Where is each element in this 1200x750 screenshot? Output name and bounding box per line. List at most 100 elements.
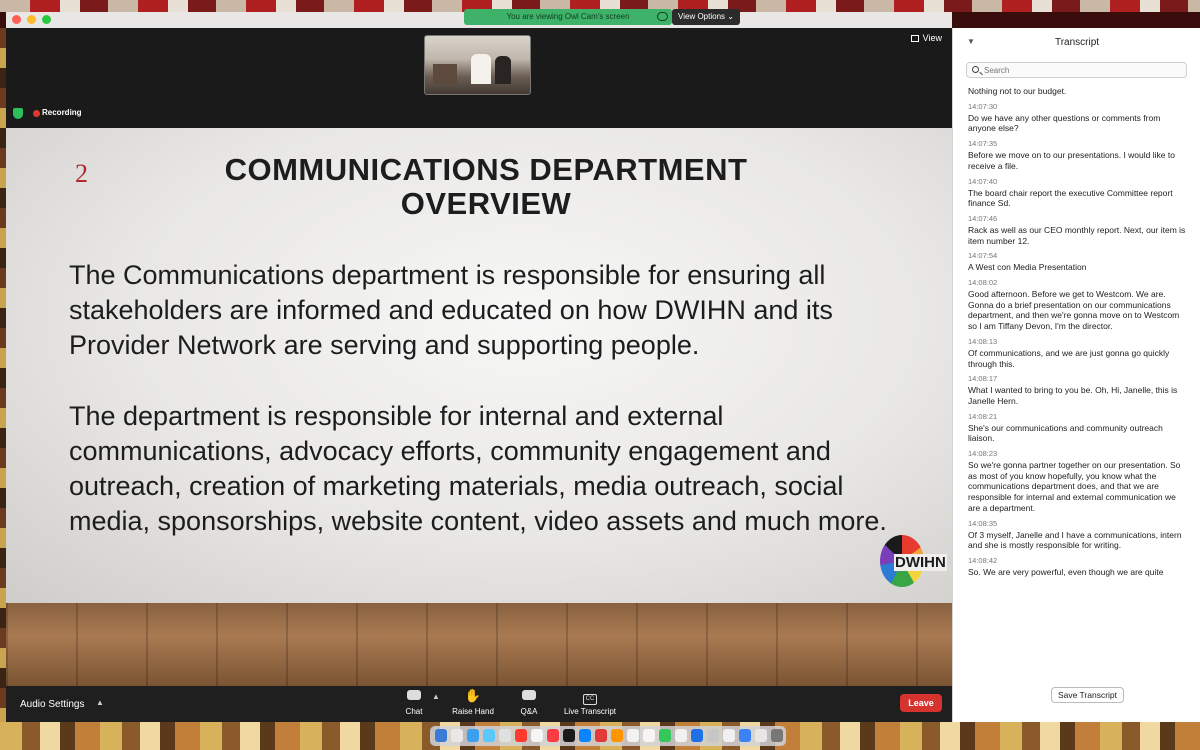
dock-app-icon[interactable] — [531, 729, 543, 742]
qa-button[interactable]: Q&A — [516, 688, 542, 716]
transcript-text: Rack as well as our CEO monthly report. … — [968, 224, 1186, 246]
search-icon — [972, 66, 979, 73]
transcript-title: Transcript — [1054, 37, 1100, 48]
transcript-search — [966, 62, 1187, 78]
transcript-entry: 14:08:42 So. We are very powerful, even t… — [968, 556, 1190, 578]
video-person-shape — [495, 56, 511, 84]
transcript-timestamp: 14:07:46 — [968, 213, 998, 223]
dock-app-icon[interactable] — [611, 729, 623, 742]
dock-app-icon[interactable] — [595, 729, 607, 742]
closed-caption-icon: CC — [560, 688, 620, 705]
transcript-list[interactable]: Nothing not to our budget. 14:07:30 Do we … — [968, 86, 1190, 666]
transcript-entry: 14:08:23 So we're gonna partner together … — [968, 449, 1190, 514]
transcript-entry: 14:07:46 Rack as well as our CEO monthly … — [968, 214, 1190, 246]
fullscreen-window-button[interactable] — [42, 15, 51, 24]
transcript-panel: ▼ Transcript Nothing not to our budget.1… — [952, 28, 1200, 722]
grid-view-icon — [910, 35, 919, 42]
leave-button[interactable]: Leave — [900, 694, 942, 712]
screen-share-banner: You are viewing Owl Cam's screen — [464, 9, 672, 25]
chat-label: Chat — [405, 707, 423, 716]
transcript-text: So we're gonna partner together on our p… — [968, 460, 1181, 513]
transcript-entry: Nothing not to our budget. — [968, 86, 1190, 97]
dock-app-icon[interactable] — [563, 729, 575, 742]
transcript-entry: 14:08:02 Good afternoon. Before we get to… — [968, 278, 1190, 332]
live-transcript-label: Live Transcript — [563, 707, 617, 716]
zoom-meeting-window: You are viewing Owl Cam's screen View Op… — [6, 9, 952, 722]
dock-app-icon[interactable] — [435, 729, 447, 742]
dock-app-icon[interactable] — [707, 729, 719, 742]
transcript-text: Nothing not to our budget. — [968, 86, 1067, 96]
transcript-entry: 14:08:21 She's our communications and com… — [968, 412, 1190, 444]
shield-icon[interactable] — [13, 108, 23, 119]
transcript-timestamp: 14:08:35 — [968, 518, 998, 528]
dock-app-icon[interactable] — [499, 729, 511, 742]
hand-icon: ✋ — [464, 688, 482, 703]
view-options-button[interactable]: View Options ⌄ — [672, 9, 740, 25]
dock-app-icon[interactable] — [691, 729, 703, 742]
video-person-shape — [471, 54, 491, 84]
dock-app-icon[interactable] — [659, 729, 671, 742]
dock-app-icon[interactable] — [755, 729, 767, 742]
view-options-label: View Options — [678, 12, 726, 21]
transcript-entry: 14:08:13 Of communications, and we are ju… — [968, 337, 1190, 369]
window-titlebar: You are viewing Owl Cam's screen View Op… — [6, 9, 952, 28]
dock-app-icon[interactable] — [467, 729, 479, 742]
chevron-up-icon[interactable]: ▲ — [96, 698, 104, 707]
dock-app-icon[interactable] — [675, 729, 687, 742]
transcript-entry: 14:07:40 The board chair report the execu… — [968, 177, 1190, 209]
transcript-timestamp: 14:08:02 — [968, 278, 998, 288]
shared-slide: 2 COMMUNICATIONS DEPARTMENT OVERVIEW The… — [6, 128, 952, 603]
dock-app-icon[interactable] — [451, 729, 463, 742]
transcript-timestamp: 14:08:17 — [968, 374, 998, 384]
transcript-entry: 14:07:35 Before we move on to our present… — [968, 139, 1190, 171]
transcript-entry: 14:07:54 A West con Media Presentation — [968, 251, 1190, 273]
transcript-timestamp: 14:08:21 — [968, 411, 998, 421]
dock-app-icon[interactable] — [579, 729, 591, 742]
chevron-up-icon[interactable]: ▲ — [432, 692, 440, 701]
chevron-down-icon: ⌄ — [727, 12, 734, 21]
meeting-toolbar: Audio Settings ▲ Chat ▲ ✋ Raise Hand Q&A… — [6, 686, 952, 722]
cloud-icon — [657, 12, 668, 21]
transcript-text: So. We are very powerful, even though we… — [968, 566, 1164, 577]
transcript-timestamp: 14:08:42 — [968, 555, 998, 565]
dock-app-icon[interactable] — [483, 729, 495, 742]
transcript-entry: 14:07:30 Do we have any other questions o… — [968, 102, 1190, 134]
slide-title: COMMUNICATIONS DEPARTMENT OVERVIEW — [224, 152, 748, 221]
meeting-area: View Recording 2 COMMUNICATIONS DEPARTME… — [6, 28, 952, 686]
dock-app-icon[interactable] — [547, 729, 559, 742]
transcript-text: A West con Media Presentation — [968, 262, 1087, 273]
raise-hand-button[interactable]: ✋ Raise Hand — [448, 688, 498, 716]
raise-hand-label: Raise Hand — [452, 707, 494, 716]
live-transcript-button[interactable]: CC Live Transcript — [560, 688, 620, 716]
dock-app-icon[interactable] — [723, 729, 735, 742]
transcript-timestamp: 14:08:23 — [968, 449, 998, 459]
dock-app-icon[interactable] — [771, 729, 783, 742]
logo-text: DWIHN — [894, 554, 947, 571]
search-input[interactable] — [984, 64, 1179, 77]
slide-number: 2 — [75, 159, 88, 188]
recording-dot-icon — [33, 110, 40, 117]
transcript-text: Before we move on to our presentations. … — [968, 150, 1175, 171]
transcript-entry: 14:08:35 Of 3 myself, Janelle and I have … — [968, 519, 1190, 551]
transcript-text: Good afternoon. Before we get to Westcom… — [968, 289, 1180, 332]
minimize-window-button[interactable] — [27, 15, 36, 24]
view-label: View — [922, 33, 942, 43]
transcript-text: The board chair report the executive Com… — [968, 187, 1173, 209]
share-banner-text: You are viewing Owl Cam's screen — [506, 12, 630, 21]
close-window-button[interactable] — [12, 15, 21, 24]
recording-label: Recording — [42, 108, 82, 117]
transcript-text: What I wanted to bring to you be. Oh, Hi… — [968, 385, 1178, 406]
dock-app-icon[interactable] — [627, 729, 639, 742]
transcript-timestamp: 14:08:13 — [968, 336, 998, 346]
chat-button[interactable]: Chat — [402, 688, 426, 716]
participant-video-thumbnail[interactable] — [424, 35, 531, 95]
view-button[interactable]: View — [910, 33, 942, 43]
macos-dock — [430, 726, 786, 746]
save-transcript-button[interactable]: Save Transcript — [1051, 687, 1124, 703]
dock-app-icon[interactable] — [739, 729, 751, 742]
audio-settings-button[interactable]: Audio Settings — [20, 699, 85, 710]
dock-app-icon[interactable] — [643, 729, 655, 742]
dock-app-icon[interactable] — [515, 729, 527, 742]
transcript-text: Of 3 myself, Janelle and I have a commun… — [968, 529, 1182, 551]
transcript-timestamp: 14:07:30 — [968, 101, 998, 111]
